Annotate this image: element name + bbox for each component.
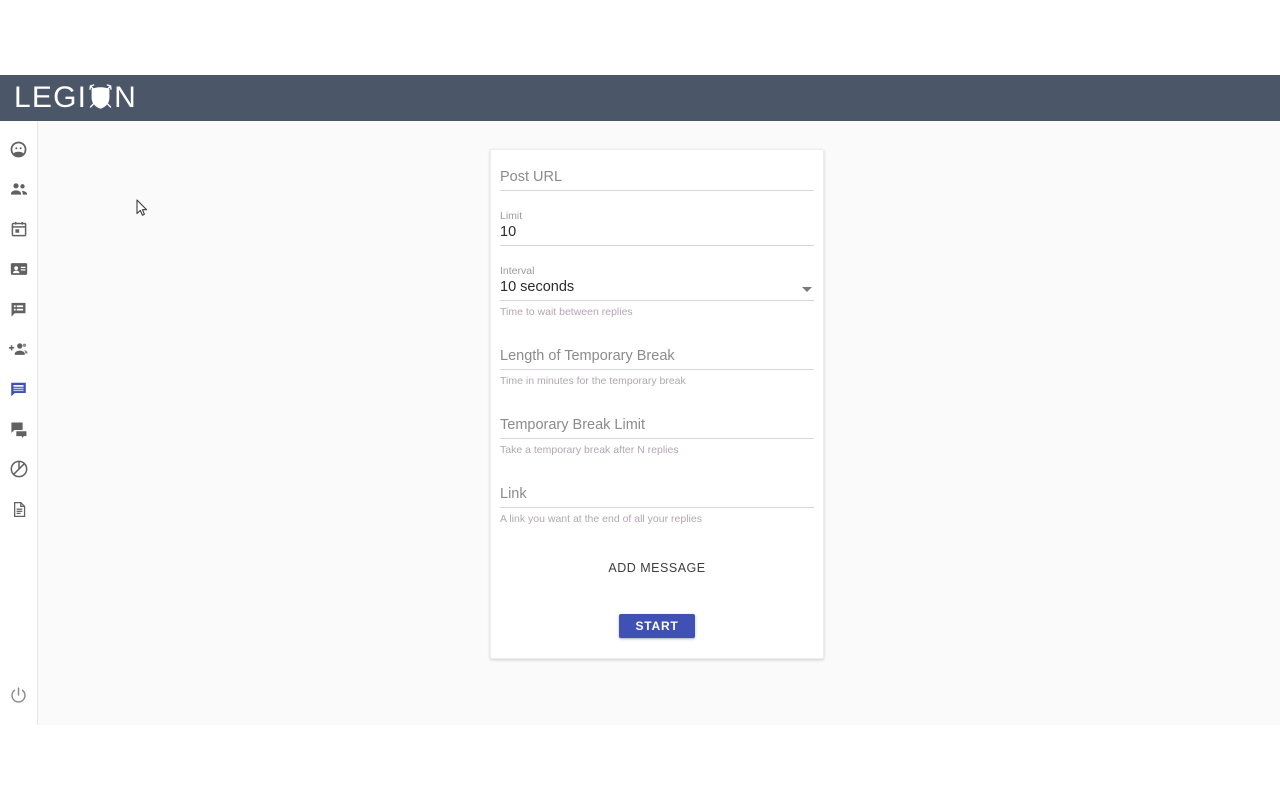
- limit-label: Limit: [500, 210, 523, 222]
- person-add-icon: [8, 339, 29, 359]
- page-top-whitespace: [0, 0, 1280, 75]
- post-url-underline: [500, 190, 814, 191]
- sidebar-item-add-person[interactable]: [0, 329, 38, 369]
- link-hint: A link you want at the end of all your r…: [500, 513, 702, 525]
- limit-underline: [500, 245, 814, 246]
- interval-label: Interval: [500, 265, 535, 277]
- app-logo[interactable]: LEGI N: [14, 80, 137, 116]
- start-row: START: [500, 614, 814, 638]
- block-prohibited-icon: [9, 459, 29, 479]
- sidebar-item-block[interactable]: [0, 449, 38, 489]
- field-post-url: Post URL: [500, 168, 814, 191]
- app-body: Post URL Limit 10 Interval 10 seconds Ti…: [0, 121, 1280, 725]
- account-circle-icon: [9, 140, 28, 159]
- field-length-of-temporary-break: Length of Temporary Break Time in minute…: [500, 347, 814, 387]
- field-limit: Limit 10: [500, 210, 814, 246]
- reply-settings-card: Post URL Limit 10 Interval 10 seconds Ti…: [490, 149, 824, 659]
- sidebar-item-comment-list[interactable]: [0, 289, 38, 329]
- sidebar-item-document[interactable]: [0, 489, 38, 529]
- main-content: Post URL Limit 10 Interval 10 seconds Ti…: [38, 121, 1280, 725]
- sidebar-item-account[interactable]: [0, 129, 38, 169]
- interval-select[interactable]: 10 seconds: [500, 278, 574, 300]
- power-off-icon: [9, 686, 28, 705]
- temporary-break-limit-hint: Take a temporary break after N replies: [500, 444, 679, 456]
- sidebar-item-chat[interactable]: [0, 409, 38, 449]
- sidebar-item-power[interactable]: [0, 675, 38, 715]
- sidebar-item-forum[interactable]: [0, 369, 38, 409]
- field-interval: Interval 10 seconds Time to wait between…: [500, 265, 814, 318]
- app-header: LEGI N: [0, 75, 1280, 121]
- length-of-temporary-break-input[interactable]: Length of Temporary Break: [500, 347, 814, 369]
- shield-crossed-arrows-icon: [87, 82, 114, 114]
- logo-text-prefix: LEGI: [14, 81, 88, 114]
- interval-hint: Time to wait between replies: [500, 306, 633, 318]
- document-text-icon: [10, 500, 28, 519]
- mouse-cursor: [136, 199, 148, 216]
- add-message-row: ADD MESSAGE: [500, 555, 814, 581]
- field-temporary-break-limit: Temporary Break Limit Take a temporary b…: [500, 416, 814, 456]
- sidebar-item-people[interactable]: [0, 169, 38, 209]
- chat-bubbles-icon: [9, 420, 29, 439]
- start-button[interactable]: START: [619, 614, 695, 638]
- page-bottom-whitespace: [0, 725, 1280, 800]
- limit-input[interactable]: 10: [500, 223, 814, 245]
- length-of-temporary-break-hint: Time in minutes for the temporary break: [500, 375, 686, 387]
- post-url-input[interactable]: Post URL: [500, 168, 814, 190]
- add-message-button[interactable]: ADD MESSAGE: [598, 555, 715, 581]
- sidebar-item-contact-card[interactable]: [0, 249, 38, 289]
- contact-card-icon: [9, 259, 29, 279]
- comment-list-icon: [9, 300, 28, 319]
- people-group-icon: [9, 179, 29, 199]
- calendar-icon: [10, 220, 28, 238]
- sidebar-item-calendar[interactable]: [0, 209, 38, 249]
- chevron-down-icon[interactable]: [802, 287, 812, 292]
- sidebar-nav: [0, 121, 38, 725]
- link-input[interactable]: Link: [500, 485, 814, 507]
- forum-comment-icon: [9, 380, 28, 399]
- field-link: Link A link you want at the end of all y…: [500, 485, 814, 525]
- temporary-break-limit-input[interactable]: Temporary Break Limit: [500, 416, 814, 438]
- logo-text-suffix: N: [114, 81, 138, 114]
